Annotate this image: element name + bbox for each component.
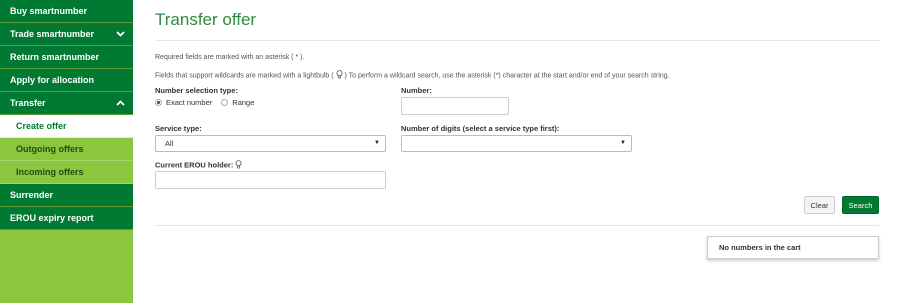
wildcard-note: Fields that support wildcards are marked…: [155, 70, 670, 81]
cart-panel: No numbers in the cart: [707, 236, 879, 259]
number-of-digits-select[interactable]: ▼: [401, 135, 632, 152]
sidebar-item-trade-smartnumber[interactable]: Trade smartnumber: [0, 23, 133, 46]
sidebar-item-erou-expiry-report[interactable]: EROU expiry report: [0, 207, 133, 230]
erou-holder-label: Current EROU holder:: [155, 160, 242, 171]
dropdown-caret-icon: ▼: [374, 140, 380, 146]
radio-exact-number[interactable]: Exact number: [155, 98, 212, 107]
number-label: Number:: [401, 86, 432, 95]
sidebar-nav: Buy smartnumber Trade smartnumber Return s…: [0, 0, 133, 303]
sidebar-item-label: Transfer: [10, 98, 46, 108]
sidebar-item-label: Incoming offers: [16, 167, 84, 177]
sidebar-item-label: Return smartnumber: [10, 52, 100, 62]
service-type-selected-value: All: [165, 139, 174, 148]
sidebar-item-transfer[interactable]: Transfer: [0, 92, 133, 115]
wildcard-note-text: Fields that support wildcards are marked…: [155, 72, 334, 80]
search-button[interactable]: Search: [842, 196, 879, 214]
sidebar-item-label: Buy smartnumber: [10, 6, 88, 16]
radio-range-button[interactable]: [221, 99, 229, 106]
service-type-label: Service type:: [155, 124, 202, 133]
sidebar-item-label: Surrender: [10, 190, 54, 200]
sidebar-item-label: EROU expiry report: [10, 213, 94, 223]
lightbulb-icon: [235, 160, 242, 171]
page-title: Transfer offer: [155, 10, 257, 29]
lightbulb-icon: [336, 70, 343, 81]
sidebar-item-incoming-offers[interactable]: Incoming offers: [0, 161, 133, 184]
required-note-end: ).: [300, 54, 305, 61]
required-fields-note: Required fields are marked with an aster…: [155, 54, 304, 61]
sidebar-item-buy-smartnumber[interactable]: Buy smartnumber: [0, 0, 133, 23]
chevron-up-icon: [114, 92, 126, 114]
sidebar-item-return-smartnumber[interactable]: Return smartnumber: [0, 46, 133, 69]
number-selection-type-label: Number selection type:: [155, 86, 238, 95]
sidebar-item-label: Trade smartnumber: [10, 29, 95, 39]
radio-range-label: Range: [232, 98, 255, 107]
sidebar-item-label: Apply for allocation: [10, 75, 95, 85]
clear-button[interactable]: Clear: [804, 196, 835, 214]
radio-range[interactable]: Range: [221, 98, 254, 107]
chevron-down-icon: [114, 23, 126, 45]
number-selection-type-group: Exact number Range: [155, 98, 263, 107]
erou-holder-label-text: Current EROU holder:: [155, 160, 234, 170]
sidebar-item-outgoing-offers[interactable]: Outgoing offers: [0, 138, 133, 161]
divider: [155, 225, 879, 226]
radio-exact-number-label: Exact number: [166, 98, 213, 107]
sidebar-item-apply-for-allocation[interactable]: Apply for allocation: [0, 69, 133, 92]
sidebar-item-surrender[interactable]: Surrender: [0, 184, 133, 207]
required-note-text: Required fields are marked with an aster…: [155, 54, 294, 61]
sidebar-item-label: Outgoing offers: [16, 144, 84, 154]
erou-holder-input[interactable]: [155, 171, 386, 189]
radio-exact-number-button[interactable]: [155, 99, 162, 106]
number-input[interactable]: [401, 97, 509, 115]
wildcard-note-rest: ) To perform a wildcard search, use the …: [344, 72, 670, 80]
sidebar-item-create-offer[interactable]: Create offer: [0, 115, 133, 138]
service-type-select[interactable]: All ▼: [155, 135, 386, 152]
number-of-digits-label: Number of digits (select a service type …: [401, 124, 560, 133]
dropdown-caret-icon: ▼: [620, 140, 626, 146]
sidebar-item-label: Create offer: [16, 121, 67, 131]
divider: [155, 40, 879, 41]
